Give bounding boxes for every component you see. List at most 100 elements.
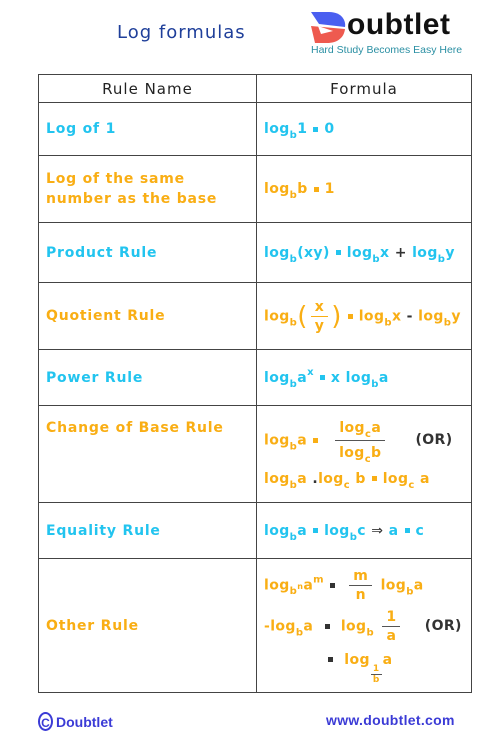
formula-line: log 1 b a: [264, 649, 464, 685]
base: b: [366, 627, 375, 638]
logo-tagline: Hard Study Becomes Easy Here: [311, 44, 463, 56]
formula-line: logba logca logcb (OR): [264, 419, 464, 465]
log-text: log: [380, 577, 407, 593]
footer-brand: C Doubtlet: [38, 712, 113, 731]
log-text: -log: [264, 618, 296, 634]
log-text: log: [358, 308, 385, 324]
rule-name: Change of Base Rule: [38, 405, 257, 503]
equals-sign: [324, 623, 330, 629]
log-text: log: [264, 369, 290, 386]
log-text: log: [264, 577, 290, 593]
formula: logb(x y) logbx - logby: [256, 282, 472, 350]
base-fraction: 1b: [370, 663, 382, 685]
log-text: log: [318, 470, 344, 487]
column-header-rule-name: Rule Name: [38, 74, 257, 103]
denominator: y: [314, 317, 325, 334]
page-title: Log formulas: [117, 22, 246, 43]
table-row: Equality Rule logba logbc ⇒ ac: [38, 502, 472, 559]
log-text: log: [264, 470, 290, 487]
arg: b: [371, 444, 382, 461]
log-text: log: [264, 121, 290, 137]
fraction: 1a: [382, 608, 401, 645]
or-label: (OR): [415, 432, 453, 448]
log-text: log: [346, 244, 373, 261]
coefficient: x: [330, 369, 341, 386]
formula: logbnam mn logba -logba logb 1a (OR) log…: [256, 558, 472, 693]
rule-name: Product Rule: [38, 222, 257, 283]
formula: logb1 0: [256, 102, 472, 156]
denominator: n: [355, 586, 366, 603]
footer-url[interactable]: www.doubtlet.com: [326, 712, 455, 728]
table-row: Other Rule logbnam mn logba -logba logb …: [38, 558, 472, 693]
arg: a: [413, 577, 424, 593]
formula-line: logbnam mn logba: [264, 567, 464, 604]
equals-sign: [313, 437, 319, 443]
arg: a: [378, 369, 389, 386]
log-text: log: [382, 470, 409, 487]
arg: y: [451, 308, 461, 324]
arg: (xy): [297, 244, 330, 261]
logo-text: oubtlet: [347, 8, 451, 41]
plus-sign: +: [394, 244, 407, 261]
base: c: [343, 479, 351, 491]
table-row: Log of the same number as the base logbb…: [38, 155, 472, 223]
equals-sign: [404, 528, 410, 533]
arg: c: [357, 522, 366, 539]
log-text: log: [344, 651, 370, 668]
log-text: log: [345, 369, 372, 386]
denominator: b: [372, 674, 380, 685]
log-text: log: [418, 308, 444, 324]
formula: logba logbc ⇒ ac: [256, 502, 472, 559]
equals-sign: [335, 250, 341, 255]
rule-name: Log of 1: [38, 102, 257, 156]
base: b: [371, 378, 379, 390]
result: 0: [324, 121, 335, 137]
log-text: log: [339, 419, 365, 436]
rule-name: Equality Rule: [38, 502, 257, 559]
arg: 1: [297, 121, 308, 137]
equals-sign: [347, 313, 353, 319]
or-label: (OR): [424, 618, 462, 634]
paren-open: (: [297, 301, 308, 331]
base: bn: [290, 583, 304, 597]
result: 1: [324, 181, 335, 197]
formula-line: logba .logc b logc a: [264, 468, 464, 491]
equals-sign: [313, 186, 319, 192]
formula: logbb 1: [256, 155, 472, 223]
rule-name: Log of the same number as the base: [38, 155, 257, 223]
column-header-formula: Formula: [256, 74, 472, 103]
paren-close: ): [331, 301, 342, 331]
equals-sign: [371, 476, 377, 481]
arg: a: [303, 618, 314, 634]
numerator: 1: [370, 663, 382, 675]
doubtlet-logo: oubtlet Hard Study Becomes Easy Here: [309, 8, 463, 58]
arg: c: [415, 522, 425, 539]
table-row: Product Rule logb(xy) logbx + logby: [38, 222, 472, 283]
base: b: [384, 317, 392, 328]
log-text: log: [264, 181, 290, 197]
logo-d-icon: [311, 12, 346, 43]
base: 1b: [370, 661, 383, 685]
arg: x: [379, 244, 390, 261]
log-text: log: [264, 244, 290, 261]
numerator: logca: [335, 419, 386, 441]
numerator: m: [349, 567, 373, 586]
table-header-row: Rule Name Formula: [38, 74, 472, 103]
denominator: a: [386, 627, 397, 644]
minus-sign: -: [406, 308, 413, 324]
table-row: Log of 1 logb1 0: [38, 102, 472, 156]
log-text: log: [339, 444, 365, 461]
arg: x: [391, 308, 402, 324]
arg: a: [371, 419, 382, 436]
implies-arrow: ⇒: [371, 522, 384, 539]
arg: a: [388, 522, 399, 539]
denominator: logcb: [339, 441, 382, 465]
log-text: log: [340, 618, 367, 634]
arg: a: [297, 470, 308, 487]
equals-sign: [328, 657, 333, 662]
fraction: xy: [310, 298, 329, 335]
table-row: Power Rule logbax x logba: [38, 349, 472, 406]
rule-name: Power Rule: [38, 349, 257, 406]
copyright-icon: C: [38, 712, 53, 731]
formula: logbax x logba: [256, 349, 472, 406]
